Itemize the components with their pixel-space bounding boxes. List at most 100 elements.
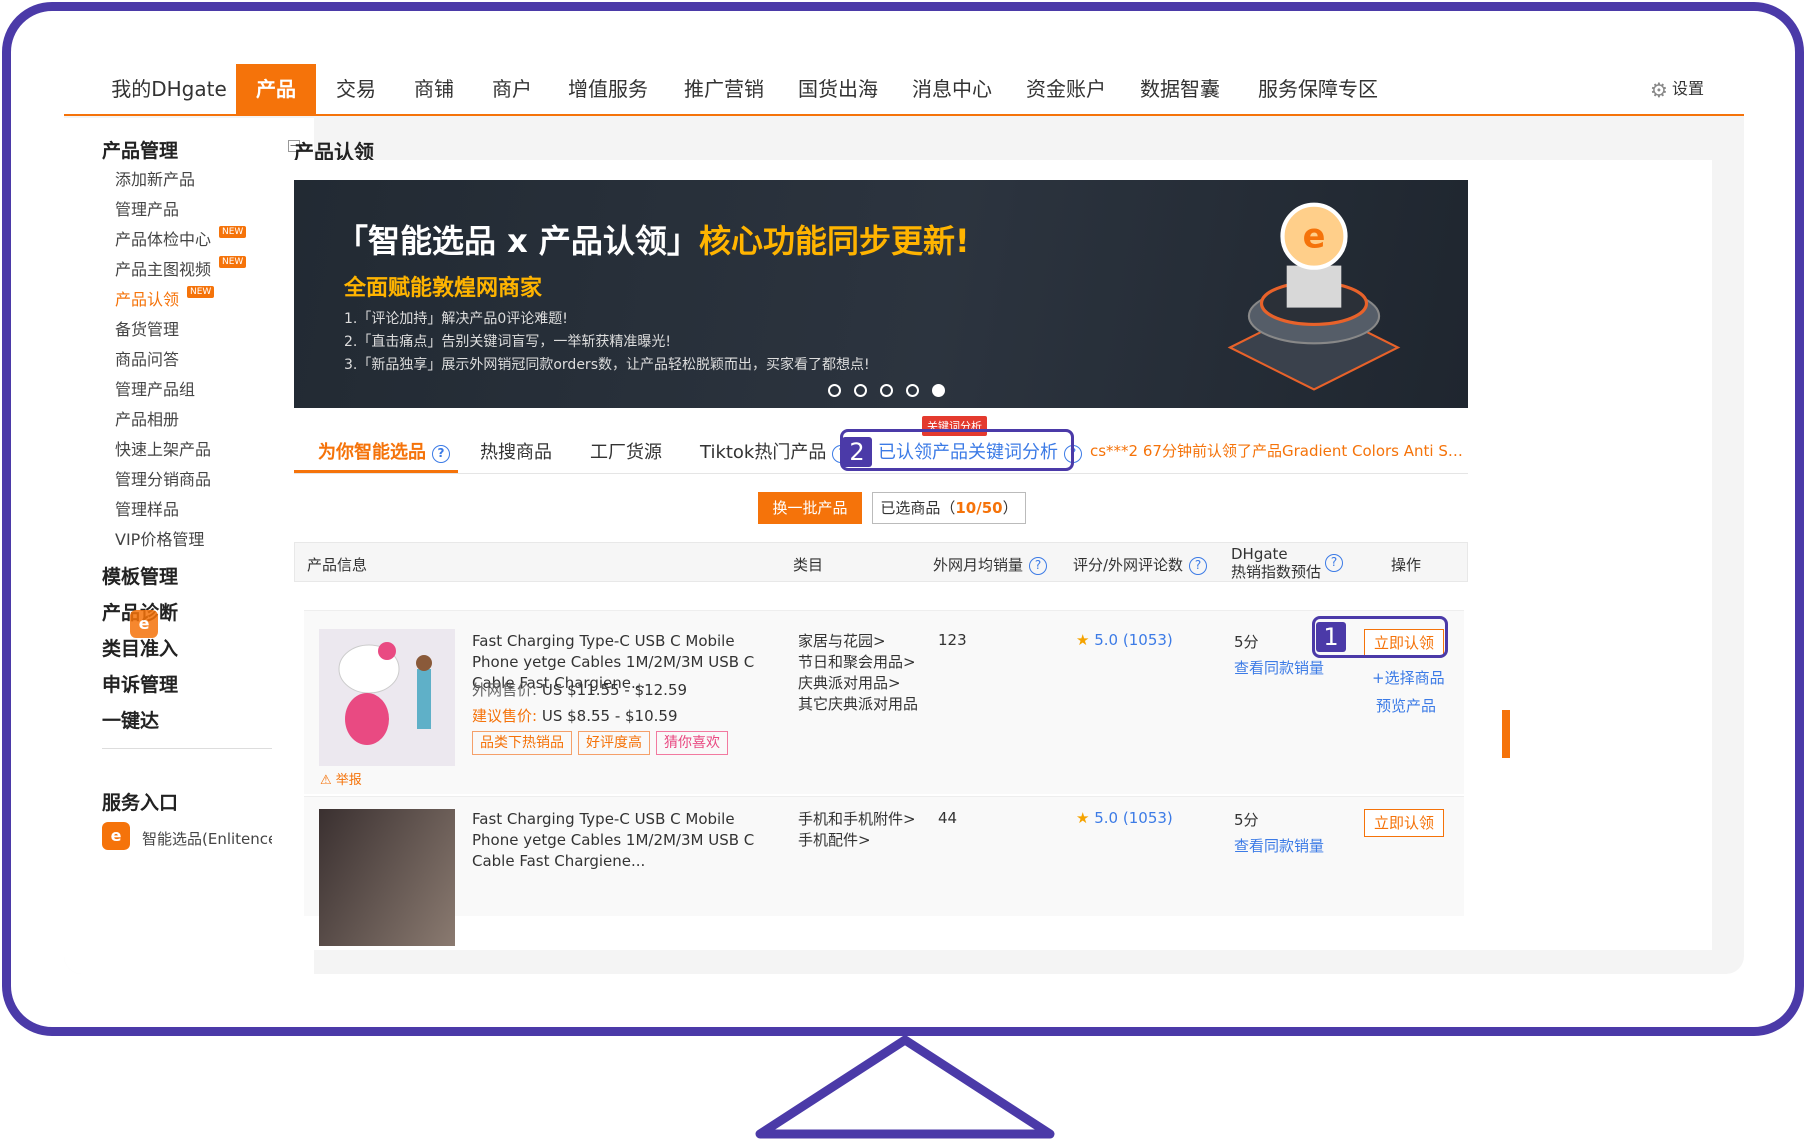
tag-high-rating: 好评度高	[578, 731, 650, 755]
report-link[interactable]: ⚠ 举报	[320, 769, 362, 788]
help-icon[interactable]: ?	[1325, 554, 1343, 572]
help-icon[interactable]: ?	[1029, 557, 1048, 575]
banner-title: 「智能选品 x 产品认领」核心功能同步更新!	[336, 222, 970, 260]
nav-funds[interactable]: 资金账户	[1016, 64, 1116, 114]
col-hot-index: DHgate 热销指数预估	[1231, 545, 1322, 581]
category-path: 家居与花园> 节日和聚会用品> 庆典派对用品> 其它庆典派对用品	[798, 632, 919, 713]
refresh-products-button[interactable]: 换一批产品	[758, 492, 862, 524]
settings-label: 设置	[1671, 79, 1704, 98]
sidebar-item-manage-product[interactable]: 管理产品	[115, 196, 179, 220]
tag-guess-like: 猜你喜欢	[656, 731, 728, 755]
nav-shop[interactable]: 商铺	[394, 64, 474, 114]
nav-value-added[interactable]: 增值服务	[558, 64, 658, 114]
carousel-dot[interactable]	[828, 384, 841, 397]
banner-line: 2.「直击痛点」告别关键词盲写，一举斩获精准曝光!	[344, 334, 671, 350]
help-icon[interactable]: ?	[432, 445, 450, 463]
external-price: 外网售价: US $11.55 - $12.59	[472, 681, 688, 699]
service-item-enlitence[interactable]: 智能选品(Enlitence)	[142, 828, 283, 849]
selected-products-button[interactable]: 已选商品（10/50）	[872, 492, 1026, 524]
carousel-dot[interactable]	[880, 384, 893, 397]
sidebar-group-template[interactable]: 模板管理	[102, 562, 178, 589]
sidebar-item-product-claim[interactable]: 产品认领 NEW	[115, 286, 215, 310]
suggested-price: 建议售价: US $8.55 - $10.59	[472, 707, 678, 725]
col-rating: 评分/外网评论数?	[1073, 554, 1208, 575]
table-row: ⚠ 举报 Fast Charging Type-C USB C Mobile P…	[304, 610, 1464, 794]
service-entry-title: 服务入口	[102, 792, 179, 814]
tab-tiktok[interactable]: Tiktok热门产品?	[700, 438, 851, 464]
callout-number-2: 2	[842, 437, 872, 467]
sidebar-item-add-product[interactable]: 添加新产品	[115, 166, 195, 190]
banner-subtitle: 全面赋能敦煌网商家	[344, 276, 543, 301]
carousel-dot[interactable]	[854, 384, 867, 397]
category-path: 手机和手机附件> 手机配件>	[798, 810, 916, 849]
new-badge: NEW	[219, 256, 247, 268]
sidebar-group-one-click[interactable]: 一键达	[102, 706, 159, 733]
gear-icon: ⚙	[1650, 77, 1668, 102]
sidebar-group-appeal[interactable]: 申诉管理	[102, 670, 178, 697]
sidebar-group-category[interactable]: 类目准入	[102, 634, 178, 661]
preview-product-link[interactable]: 预览产品	[1376, 695, 1436, 716]
view-same-sales-link[interactable]: 查看同款销量	[1234, 835, 1324, 856]
hot-index: 5分	[1234, 633, 1259, 651]
tab-hot-search[interactable]: 热搜商品	[480, 438, 552, 464]
enlitence-icon: e	[102, 822, 130, 850]
tab-factory[interactable]: 工厂货源	[590, 438, 662, 464]
callout-box-2	[840, 429, 1074, 471]
product-image[interactable]	[319, 809, 455, 946]
product-photo	[319, 629, 455, 766]
sidebar-item-label: 产品体检中心	[115, 230, 212, 249]
nav-product[interactable]: 产品	[236, 64, 316, 114]
carousel-dot-active[interactable]	[932, 384, 945, 397]
nav-service[interactable]: 服务保障专区	[1248, 64, 1388, 114]
top-navigation: 我的DHgate 产品 交易 商铺 商户 增值服务 推广营销 国货出海 消息中心…	[64, 64, 1744, 116]
nav-china-goods[interactable]: 国货出海	[788, 64, 888, 114]
carousel-dot[interactable]	[906, 384, 919, 397]
col-monthly-sales: 外网月均销量?	[933, 554, 1048, 575]
sidebar-item-main-video[interactable]: 产品主图视频 NEW	[115, 256, 247, 280]
settings-link[interactable]: ⚙ 设置	[1650, 64, 1704, 114]
sidebar-item-health-center[interactable]: 产品体检中心 NEW	[115, 226, 247, 250]
sidebar-item-label: 产品主图视频	[115, 260, 212, 279]
nav-trade[interactable]: 交易	[316, 64, 396, 114]
sidebar-item-vip-price[interactable]: VIP价格管理	[115, 526, 204, 550]
nav-data[interactable]: 数据智囊	[1130, 64, 1230, 114]
view-same-sales-link[interactable]: 查看同款销量	[1234, 657, 1324, 678]
col-actions: 操作	[1391, 556, 1422, 574]
banner-line: 1.「评论加持」解决产品0评论难题!	[344, 311, 568, 327]
screen: 我的DHgate 产品 交易 商铺 商户 增值服务 推广营销 国货出海 消息中心…	[64, 64, 1744, 974]
nav-my-dhgate[interactable]: 我的DHgate	[94, 64, 244, 114]
nav-promotion[interactable]: 推广营销	[674, 64, 774, 114]
sidebar-group-product[interactable]: 产品管理	[102, 136, 178, 163]
product-image[interactable]	[319, 629, 455, 766]
monthly-sales: 44	[938, 809, 958, 827]
monitor-stand	[755, 1035, 1055, 1139]
sidebar-item-stock[interactable]: 备货管理	[115, 316, 179, 340]
sidebar-item-distribution[interactable]: 管理分销商品	[115, 466, 211, 490]
new-badge: NEW	[187, 286, 215, 298]
help-icon[interactable]: ?	[1189, 557, 1208, 575]
callout-number-1: 1	[1316, 622, 1346, 652]
monthly-sales: 123	[938, 631, 967, 649]
new-badge: NEW	[219, 226, 247, 238]
tab-smart-selection[interactable]: 为你智能选品?	[318, 438, 450, 464]
claim-now-button[interactable]: 立即认领	[1364, 809, 1444, 837]
lightbulb-chip-illustration: e	[1227, 202, 1401, 391]
rating: ★ 5.0 (1053)	[1076, 809, 1173, 827]
nav-merchant[interactable]: 商户	[472, 64, 552, 114]
select-product-link[interactable]: +选择商品	[1372, 667, 1445, 688]
sidebar-item-samples[interactable]: 管理样品	[115, 496, 179, 520]
claim-ticker: cs***2 67分钟前认领了产品Gradient Colors Anti Sh…	[1090, 442, 1470, 460]
rating: ★ 5.0 (1053)	[1076, 631, 1173, 649]
nav-messages[interactable]: 消息中心	[902, 64, 1002, 114]
svg-text:e: e	[1303, 217, 1326, 256]
sidebar-item-album[interactable]: 产品相册	[115, 406, 179, 430]
product-name[interactable]: Fast Charging Type-C USB C Mobile Phone …	[472, 809, 772, 872]
star-icon: ★	[1076, 809, 1090, 827]
hot-index: 5分	[1234, 811, 1259, 829]
promo-banner[interactable]: 「智能选品 x 产品认领」核心功能同步更新! 全面赋能敦煌网商家 1.「评论加持…	[294, 180, 1468, 408]
sidebar-item-qa[interactable]: 商品问答	[115, 346, 179, 370]
scroll-indicator[interactable]	[1502, 710, 1510, 758]
sidebar-item-label: 产品认领	[115, 290, 180, 309]
sidebar-item-product-group[interactable]: 管理产品组	[115, 376, 195, 400]
sidebar-item-quick-list[interactable]: 快速上架产品	[115, 436, 211, 460]
